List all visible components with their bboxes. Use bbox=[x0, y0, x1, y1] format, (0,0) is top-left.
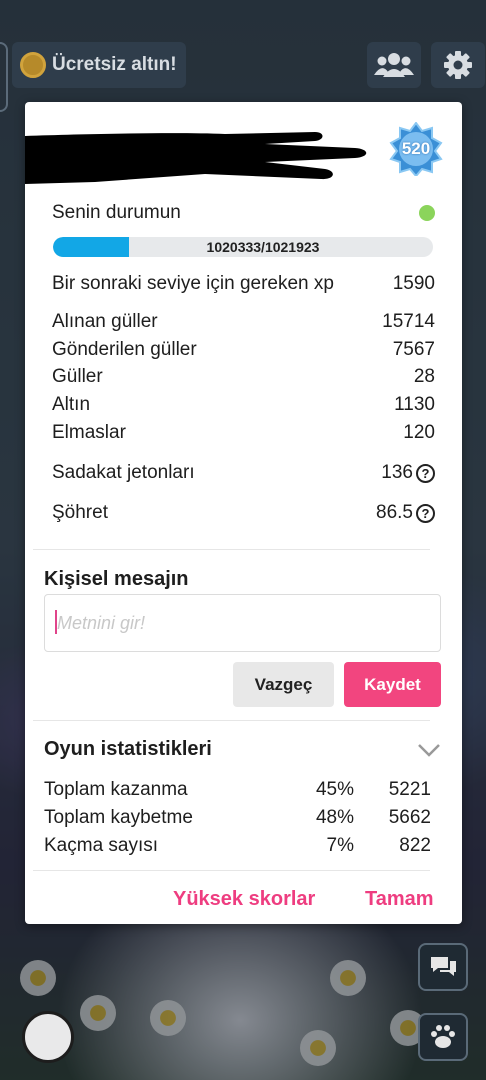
redacted-username bbox=[25, 132, 367, 184]
loyalty-tokens-row: Sadakat jetonları 136 ? bbox=[52, 462, 435, 484]
free-gold-label: Ücretsiz altın! bbox=[52, 54, 177, 75]
divider bbox=[33, 549, 430, 550]
diamonds-label: Elmaslar bbox=[52, 422, 126, 443]
next-level-label: Bir sonraki seviye için gereken xp bbox=[52, 273, 334, 294]
cancel-button[interactable]: Vazgeç bbox=[233, 662, 334, 707]
gold-row: Altın 1130 bbox=[52, 394, 435, 416]
roses-received-value: 15714 bbox=[382, 311, 435, 332]
roses-sent-label: Gönderilen güller bbox=[52, 339, 197, 360]
fame-value: 86.5 bbox=[376, 502, 413, 523]
roses-received-row: Alınan güller 15714 bbox=[52, 311, 435, 333]
text-caret bbox=[55, 610, 57, 634]
game-stat-label: Kaçma sayısı bbox=[44, 835, 159, 856]
roses-label: Güller bbox=[52, 366, 103, 387]
friends-icon bbox=[374, 53, 414, 77]
chevron-down-icon[interactable] bbox=[417, 742, 441, 758]
game-stat-row: Toplam kaybetme 48% 5662 bbox=[44, 807, 431, 831]
ok-button[interactable]: Tamam bbox=[365, 888, 434, 911]
roses-value: 28 bbox=[413, 366, 435, 387]
gold-value: 1130 bbox=[394, 394, 435, 415]
coin-icon bbox=[20, 52, 46, 78]
save-button[interactable]: Kaydet bbox=[344, 662, 441, 707]
game-stat-row: Kaçma sayısı 7% 822 bbox=[44, 835, 431, 859]
settings-button[interactable] bbox=[431, 42, 485, 88]
level-number: 520 bbox=[401, 139, 431, 158]
game-stat-percent: 7% bbox=[326, 835, 354, 856]
gear-icon bbox=[444, 51, 472, 79]
help-icon[interactable]: ? bbox=[416, 503, 435, 523]
avatar-icon[interactable] bbox=[22, 1011, 74, 1063]
next-level-value: 1590 bbox=[392, 273, 435, 294]
game-stat-count: 822 bbox=[399, 835, 431, 856]
status-row: Senin durumun bbox=[52, 202, 435, 224]
game-stat-count: 5662 bbox=[388, 807, 431, 828]
online-status-dot bbox=[419, 205, 435, 221]
roses-sent-value: 7567 bbox=[392, 339, 435, 360]
chat-icon bbox=[431, 957, 456, 976]
game-stat-percent: 45% bbox=[315, 779, 354, 800]
paw-icon bbox=[431, 1025, 455, 1048]
game-stat-count: 5221 bbox=[388, 779, 431, 800]
next-level-row: Bir sonraki seviye için gereken xp 1590 bbox=[52, 273, 435, 295]
game-stat-row: Toplam kazanma 45% 5221 bbox=[44, 779, 431, 803]
gold-label: Altın bbox=[52, 394, 91, 415]
fame-label: Şöhret bbox=[52, 502, 108, 523]
loyalty-tokens-value: 136 bbox=[381, 462, 413, 483]
friends-button[interactable] bbox=[367, 42, 421, 88]
paw-button[interactable] bbox=[418, 1013, 468, 1061]
chat-button[interactable] bbox=[418, 943, 468, 991]
divider bbox=[33, 870, 430, 871]
free-gold-button[interactable]: Ücretsiz altın! bbox=[12, 42, 186, 88]
personal-message-input[interactable] bbox=[44, 594, 441, 652]
fame-row: Şöhret 86.5 ? bbox=[52, 502, 435, 524]
game-stat-label: Toplam kazanma bbox=[44, 779, 188, 800]
game-stats-title[interactable]: Oyun istatistikleri bbox=[44, 738, 212, 761]
personal-message-title: Kişisel mesajın bbox=[44, 568, 189, 590]
diamonds-value: 120 bbox=[403, 422, 435, 443]
status-label: Senin durumun bbox=[52, 202, 181, 223]
profile-dialog: 520 Senin durumun 1020333/1021923 Bir so… bbox=[25, 102, 462, 924]
game-stat-label: Toplam kaybetme bbox=[44, 807, 193, 828]
xp-progress-bar: 1020333/1021923 bbox=[53, 237, 433, 257]
loyalty-tokens-label: Sadakat jetonları bbox=[52, 462, 195, 483]
diamonds-row: Elmaslar 120 bbox=[52, 422, 435, 444]
game-stat-percent: 48% bbox=[315, 807, 354, 828]
roses-row: Güller 28 bbox=[52, 366, 435, 388]
divider bbox=[33, 720, 430, 721]
help-icon[interactable]: ? bbox=[416, 463, 435, 483]
roses-received-label: Alınan güller bbox=[52, 311, 158, 332]
left-edge-tab[interactable] bbox=[0, 42, 8, 112]
xp-progress-text: 1020333/1021923 bbox=[206, 239, 320, 255]
roses-sent-row: Gönderilen güller 7567 bbox=[52, 339, 435, 361]
level-badge: 520 bbox=[389, 122, 443, 176]
high-scores-button[interactable]: Yüksek skorlar bbox=[173, 888, 315, 911]
